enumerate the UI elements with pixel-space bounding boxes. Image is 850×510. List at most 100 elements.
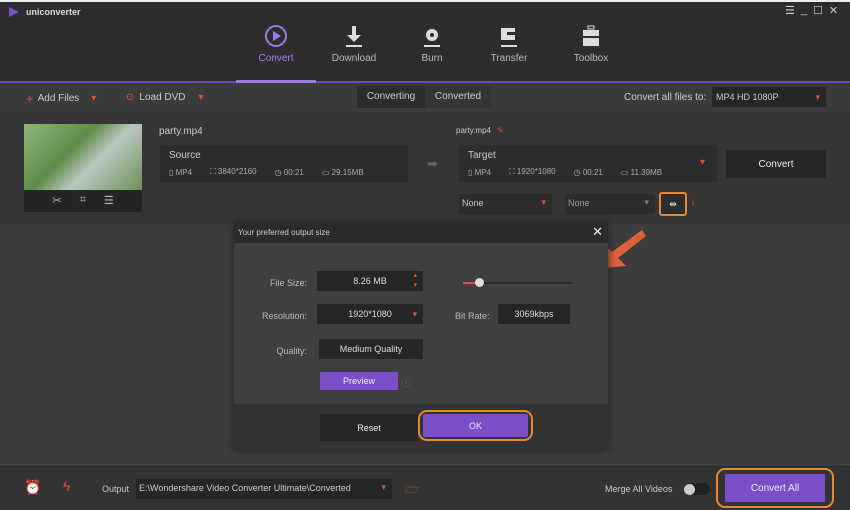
output-size-dialog: Your preferred output size ✕ File Size: 8… [234, 223, 608, 450]
clock-icon: ◷ 00:21 [573, 167, 603, 177]
file-size-stepper[interactable]: 8.26 MB ▴ ▾ [317, 271, 423, 291]
info-icon[interactable]: i [692, 198, 694, 208]
file-size-slider[interactable] [463, 278, 572, 287]
dialog-footer: Reset OK [234, 404, 608, 450]
tab-label: Convert [258, 53, 294, 64]
target-info[interactable]: Target ▯ MP4 ⛶ 1920*1080 ◷ 00:21 ▭ 11.39MB … [459, 145, 717, 182]
tab-label: Burn [421, 53, 443, 64]
chevron-down-icon[interactable]: ▾ [700, 157, 705, 168]
maximize-icon[interactable]: ☐ [813, 4, 823, 17]
play-logo-icon [9, 7, 19, 17]
chevron-down-icon: ▾ [815, 92, 820, 102]
target-filename: party.mp4 [456, 126, 491, 135]
effects-icon[interactable]: ☰ [104, 194, 114, 207]
trim-icon[interactable]: ✂ [52, 194, 61, 207]
bitrate-label: Bit Rate: [455, 311, 490, 321]
tab-converted[interactable]: Converted [425, 86, 491, 108]
quality-value[interactable]: Medium Quality [319, 339, 423, 359]
tab-convert[interactable]: Convert [241, 22, 311, 64]
file-item: ✂ ⌗ ☰ party.mp4 Source ▯ MP4 ⛶ 3840*2160 ◷ 0… [0, 112, 850, 224]
file-size-label: File Size: [269, 278, 307, 288]
convert-button[interactable]: Convert [726, 150, 826, 178]
transfer-icon [501, 28, 517, 47]
output-path-select[interactable]: E:\Wondershare Video Converter Ultimate\… [136, 479, 392, 499]
output-label: Output [102, 484, 130, 494]
resolution-icon: ⛶ 1920*1080 [509, 167, 556, 176]
resolution-value: 1920*1080 [348, 309, 392, 319]
app-title: uniconverter [26, 7, 81, 17]
convert-icon [265, 25, 287, 47]
output-path-value: E:\Wondershare Video Converter Ultimate\… [139, 483, 351, 493]
subtitle-value: None [462, 198, 484, 208]
chevron-down-icon: ▾ [541, 197, 546, 207]
tab-label: Toolbox [573, 53, 609, 64]
convert-all-highlight: Convert All [716, 468, 834, 508]
audio-value: None [568, 198, 590, 208]
tab-transfer[interactable]: Transfer [474, 22, 544, 64]
chevron-down-icon[interactable]: ▾ [199, 92, 204, 103]
menu-icon[interactable]: ☰ [785, 4, 795, 17]
load-dvd-label: Load DVD [139, 92, 186, 103]
slider-handle[interactable] [475, 278, 485, 287]
preview-button[interactable]: Preview [320, 372, 398, 390]
subtitle-select[interactable]: None ▾ [459, 194, 552, 214]
merge-toggle[interactable] [684, 483, 710, 495]
tab-download[interactable]: Download [319, 22, 389, 64]
video-thumbnail[interactable] [24, 124, 142, 190]
convert-all-label: Convert all files to: [624, 92, 707, 103]
chevron-down-icon: ▾ [412, 309, 417, 319]
alarm-clock-icon[interactable]: ⏰ [24, 479, 41, 496]
file-size-value: 8.26 MB [353, 276, 387, 286]
info-icon[interactable]: ⓘ [401, 374, 411, 389]
lightning-icon[interactable]: ϟ [63, 478, 70, 494]
app-logo: uniconverter [8, 6, 81, 18]
crop-icon[interactable]: ⌗ [80, 194, 86, 207]
toolbar: + Add Files ▾ ⊙ Load DVD ▾ Converting Conver… [0, 83, 850, 112]
target-label: Target [468, 150, 496, 161]
ok-highlight: OK [418, 410, 533, 441]
format-value: MP4 HD 1080P [716, 92, 779, 102]
chevron-down-icon: ▾ [381, 482, 386, 492]
dvd-icon: ⊙ [126, 92, 135, 103]
source-info: Source ▯ MP4 ⛶ 3840*2160 ◷ 00:21 ▭ 29.15MB [160, 145, 408, 182]
edit-icon[interactable]: ✎ [497, 126, 504, 135]
ok-button[interactable]: OK [423, 414, 528, 437]
chevron-down-icon: ▾ [644, 197, 649, 207]
clock-icon: ◷ 00:21 [274, 167, 304, 177]
format-icon: ▯ MP4 [468, 167, 492, 177]
stepper-arrows-icon[interactable]: ▴ ▾ [413, 271, 417, 291]
bottom-bar: ⏰ ϟ Output E:\Wondershare Video Converte… [0, 466, 850, 510]
format-select[interactable]: MP4 HD 1080P ▾ [712, 87, 826, 107]
tab-burn[interactable]: Burn [397, 22, 467, 64]
download-icon [346, 26, 362, 47]
convert-all-button[interactable]: Convert All [725, 474, 825, 502]
resolution-select[interactable]: 1920*1080 ▾ [317, 304, 423, 324]
folder-icon: ▭ 11.39MB [620, 167, 663, 177]
plus-icon: + [26, 91, 34, 106]
close-icon[interactable]: ✕ [592, 224, 603, 240]
toolbox-icon [583, 25, 599, 46]
minimize-icon[interactable]: _ [801, 4, 807, 17]
reset-button[interactable]: Reset [320, 414, 418, 441]
compress-button[interactable]: ⇹ [659, 192, 687, 216]
bitrate-value: 3069kbps [498, 304, 570, 324]
source-filename: party.mp4 [159, 126, 203, 137]
resolution-icon: ⛶ 3840*2160 [210, 167, 257, 176]
merge-label: Merge All Videos [605, 484, 673, 494]
chevron-down-icon[interactable]: ▾ [91, 93, 96, 104]
tab-label: Download [331, 53, 377, 64]
folder-icon: ▭ 29.15MB [321, 167, 364, 177]
tab-toolbox[interactable]: Toolbox [556, 22, 626, 64]
resolution-label: Resolution: [261, 311, 307, 321]
audio-select[interactable]: None ▾ [565, 194, 655, 214]
format-icon: ▯ MP4 [169, 167, 193, 177]
source-label: Source [169, 150, 201, 161]
arrow-right-icon: ➡ [427, 156, 438, 171]
quality-label: Quality: [276, 346, 307, 356]
folder-icon[interactable]: 🗁 [405, 481, 419, 500]
compress-icon: ⇹ [669, 198, 677, 209]
close-icon[interactable]: ✕ [829, 4, 838, 17]
load-dvd-button[interactable]: ⊙ Load DVD ▾ [126, 92, 204, 103]
add-files-button[interactable]: + Add Files ▾ [26, 91, 96, 106]
tab-converting[interactable]: Converting [357, 86, 425, 108]
